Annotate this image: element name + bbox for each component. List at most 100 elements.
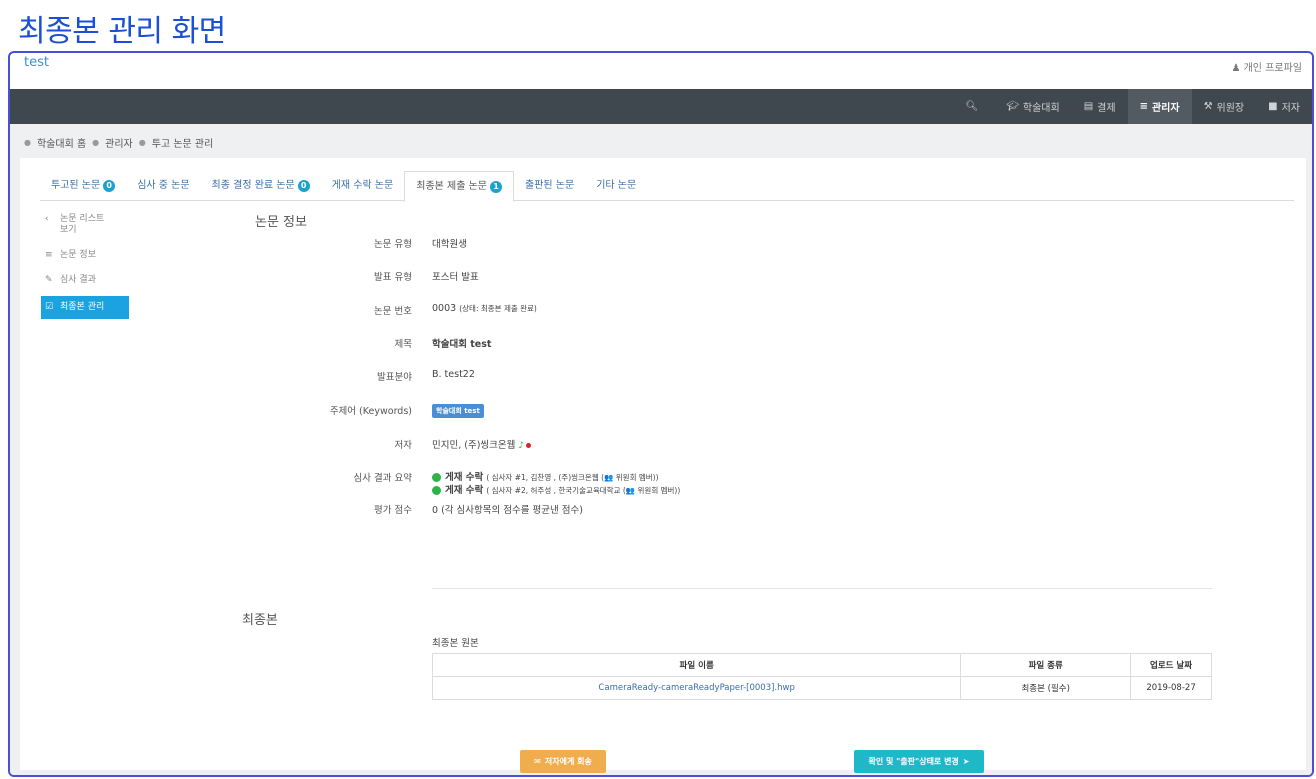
top-header: test ♟ 개인 프로파일 — [10, 53, 1312, 89]
breadcrumb-bullet-icon: ● — [24, 138, 31, 147]
presentation-field-value: B. test22 — [432, 369, 475, 380]
final-section-title: 최종본 — [242, 613, 278, 628]
tab-other[interactable]: 기타 논문 — [585, 171, 647, 200]
nav-payment[interactable]: ▤ 결제 — [1072, 89, 1128, 124]
side-item-final-manage[interactable]: ☑ 최종본 관리 — [41, 296, 129, 319]
review2-detail: ( 심사자 #2, 허주성 , 한국기술교육대학교 (👥 위원회 멤버)) — [486, 486, 681, 495]
keyword-tag: 학술대회 test — [432, 404, 484, 418]
paper-tabs: 투고된 논문 0 심사 중 논문 최종 결정 완료 논문 0 게재 수락 논문 … — [40, 171, 1294, 202]
score-label: 평가 점수 — [374, 505, 412, 516]
tab-submitted-badge: 0 — [103, 179, 116, 192]
breadcrumb-home[interactable]: 학술대회 홈 — [37, 135, 86, 150]
tab-under-review[interactable]: 심사 중 논문 — [126, 171, 200, 200]
tab-submitted-label: 투고된 논문 — [51, 179, 101, 191]
nav-author[interactable]: ■ 저자 — [1256, 89, 1312, 124]
side-item-final-manage-label: 최종본 관리 — [60, 302, 105, 312]
col-file-name: 파일 이름 — [431, 653, 962, 677]
final-file-table: 파일 이름 파일 종류 업로드 날짜 CameraReady-cameraRea… — [431, 653, 1212, 700]
paper-title-label: 제목 — [394, 339, 412, 350]
side-item-back-label-line1: 논문 리스트 — [60, 214, 105, 224]
breadcrumb: ● 학술대회 홈 ● 관리자 ● 투고 논문 관리 — [22, 135, 213, 150]
list-icon: ≡ — [45, 250, 53, 260]
keywords-label: 주제어 (Keywords) — [329, 406, 412, 417]
nav-chair[interactable]: ⚒ 위원장 — [1192, 89, 1257, 124]
presentation-type-value: 포스터 발표 — [432, 272, 479, 283]
side-item-back-label: 논문 리스트 보기 — [60, 214, 104, 236]
main-panel: 투고된 논문 0 심사 중 논문 최종 결정 완료 논문 0 게재 수락 논문 … — [20, 158, 1306, 773]
checkbox-icon: ☑ — [45, 302, 54, 312]
keywords-value: 학술대회 test — [432, 404, 484, 418]
return-to-author-button[interactable]: ✉ 저자에게 회송 — [520, 750, 606, 773]
table-header-row: 파일 이름 파일 종류 업로드 날짜 — [431, 653, 1212, 677]
profile-link-label: 개인 프로파일 — [1243, 63, 1302, 74]
side-item-review-result-label: 심사 결과 — [60, 275, 96, 285]
chevron-left-icon: ‹ — [45, 214, 49, 224]
tab-decided[interactable]: 최종 결정 완료 논문 0 — [201, 171, 321, 200]
change-to-published-button[interactable]: 확인 및 "출판"상태로 변경 ➤ — [854, 750, 984, 773]
review-summary-1: 게재 수락 ( 심사자 #1, 김찬영 , (주)씽크온웹 (👥 위원회 멤버)… — [432, 469, 659, 483]
paper-number: 0003 — [432, 303, 457, 314]
edit-icon: ✎ — [45, 275, 53, 285]
side-item-paper-info-label: 논문 정보 — [60, 250, 96, 260]
review-summary-2: 게재 수락 ( 심사자 #2, 허주성 , 한국기술교육대학교 (👥 위원회 멤… — [432, 482, 680, 496]
tab-accepted-label: 게재 수락 논문 — [331, 179, 394, 191]
paper-type-value: 대학원생 — [432, 239, 467, 250]
tab-published-label: 출판된 논문 — [525, 179, 575, 191]
nav-chair-label: 위원장 — [1216, 103, 1245, 114]
nav-admin[interactable]: ≡ 관리자 — [1127, 89, 1192, 124]
search-icon: 🔍︎ — [965, 101, 979, 112]
envelope-icon: ✉ — [534, 757, 541, 766]
final-original-subtitle: 최종본 원본 — [432, 638, 479, 649]
side-item-paper-info[interactable]: ≡ 논문 정보 — [41, 246, 129, 265]
paper-number-label: 논문 번호 — [374, 306, 412, 317]
presentation-type-label: 발표 유형 — [374, 272, 412, 283]
tab-accepted[interactable]: 게재 수락 논문 — [321, 171, 405, 200]
page-title: 최종본 관리 화면 — [18, 14, 226, 49]
main-navbar: 🔍︎ 🎓︎ 학술대회 ▤ 결제 ≡ 관리자 ⚒ 위원장 ■ 저자 — [10, 89, 1312, 124]
tab-other-label: 기타 논문 — [596, 179, 637, 191]
file-name-link[interactable]: CameraReady-cameraReadyPaper-[0003].hwp — [431, 676, 962, 700]
author-name: 민지민, (주)씽크온웹 — [432, 440, 516, 451]
book-icon: ■ — [1268, 101, 1278, 112]
author-value: 민지민, (주)씽크온웹 ♪ — [432, 437, 532, 451]
breadcrumb-paper-manage[interactable]: 투고 논문 관리 — [152, 135, 214, 150]
list-icon: ≡ — [1139, 101, 1148, 112]
tab-submitted[interactable]: 투고된 논문 0 — [40, 171, 126, 200]
side-item-back-to-list[interactable]: ‹ 논문 리스트 보기 — [41, 210, 129, 240]
nav-search[interactable]: 🔍︎ — [953, 89, 994, 124]
score-value: 0 (각 심사항목의 점수를 평균낸 점수) — [432, 505, 583, 516]
paper-info-title: 논문 정보 — [255, 215, 307, 230]
accept-status-icon — [432, 473, 441, 482]
tab-final-submitted[interactable]: 최종본 제출 논문 1 — [404, 171, 515, 202]
change-to-published-label: 확인 및 "출판"상태로 변경 — [868, 757, 959, 766]
graduation-cap-icon: 🎓︎ — [1006, 101, 1019, 112]
review1-detail: ( 심사자 #1, 김찬영 , (주)씽크온웹 (👥 위원회 멤버)) — [486, 473, 659, 482]
site-name[interactable]: test — [24, 55, 49, 70]
nav-payment-label: 결제 — [1097, 103, 1116, 114]
corresponding-dot-icon — [526, 443, 532, 448]
upload-date-cell: 2019-08-27 — [1130, 676, 1212, 700]
tab-final-submitted-badge: 1 — [490, 180, 503, 193]
review2-result: 게재 수락 — [445, 485, 484, 496]
paper-status: (상태: 최종본 제출 완료) — [459, 304, 537, 313]
credit-card-icon: ▤ — [1083, 101, 1094, 112]
review-summary-label: 심사 결과 요약 — [353, 473, 412, 484]
tab-published[interactable]: 출판된 논문 — [514, 171, 585, 200]
presentation-field-label: 발표분야 — [377, 372, 412, 383]
app-window: test ♟ 개인 프로파일 🔍︎ 🎓︎ 학술대회 ▤ 결제 ≡ 관리자 ⚒ 위… — [8, 51, 1314, 777]
paper-number-value: 0003 (상태: 최종본 제출 완료) — [432, 303, 537, 314]
profile-link[interactable]: ♟ 개인 프로파일 — [1231, 59, 1302, 74]
breadcrumb-bullet-icon: ● — [138, 138, 146, 147]
side-item-review-result[interactable]: ✎ 심사 결과 — [41, 271, 129, 290]
gavel-icon: ⚒ — [1203, 101, 1213, 112]
nav-admin-label: 관리자 — [1151, 103, 1180, 114]
nav-conference[interactable]: 🎓︎ 학술대회 — [994, 89, 1072, 124]
breadcrumb-admin[interactable]: 관리자 — [105, 135, 133, 150]
tab-final-submitted-label: 최종본 제출 논문 — [416, 180, 488, 192]
nav-author-label: 저자 — [1281, 103, 1300, 114]
user-icon: ♟ — [1231, 63, 1241, 74]
side-nav: ‹ 논문 리스트 보기 ≡ 논문 정보 ✎ 심사 결과 ☑ 최종본 관리 — [41, 210, 129, 325]
tab-under-review-label: 심사 중 논문 — [137, 179, 190, 191]
side-item-back-label-line2: 보기 — [60, 225, 77, 235]
table-row: CameraReady-cameraReadyPaper-[0003].hwp … — [431, 676, 1212, 700]
